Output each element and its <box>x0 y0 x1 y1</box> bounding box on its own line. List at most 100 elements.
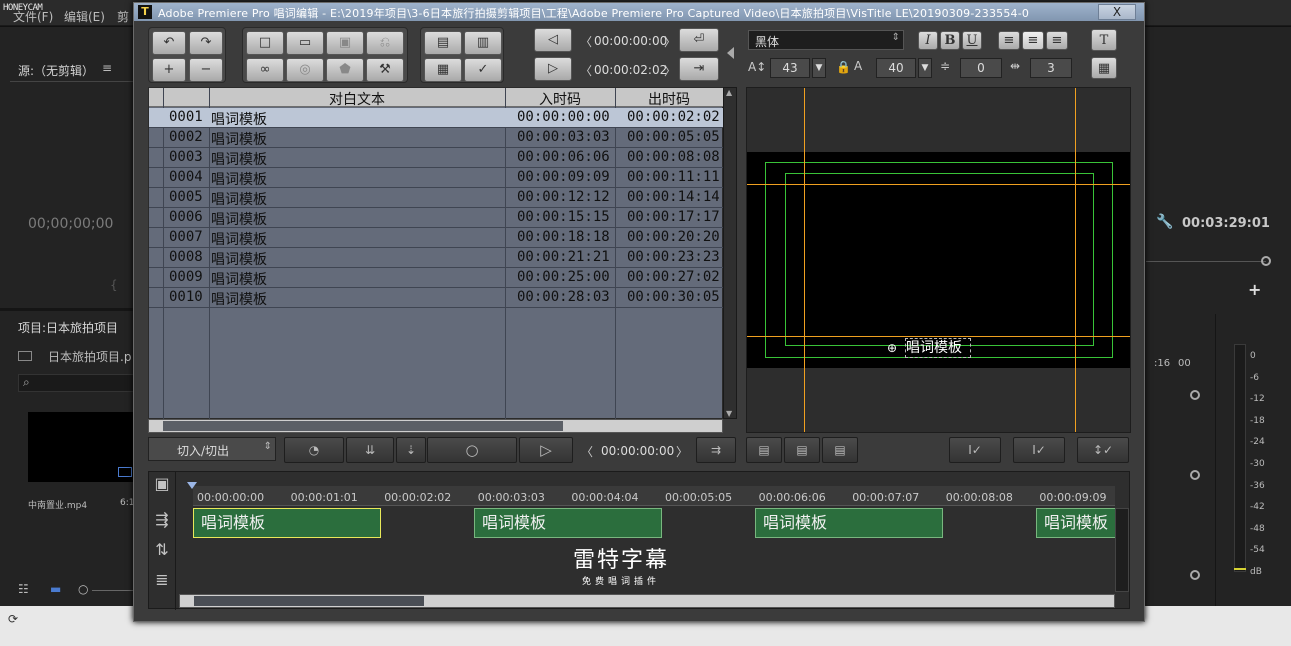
mode-select[interactable]: 切入/切出 ⇕ <box>148 437 276 461</box>
apply-check-icon[interactable]: ✓ <box>464 58 502 82</box>
project-tab[interactable]: 项目:日本旅拍项目 <box>18 319 118 336</box>
row-text[interactable]: 唱词模板 <box>211 269 267 289</box>
text-box-icon[interactable]: ▦ <box>1091 57 1117 79</box>
next-chevron-icon[interactable]: 〉 <box>664 33 676 50</box>
add-button[interactable]: + <box>1248 280 1261 299</box>
template-icon[interactable]: ▤ <box>424 31 462 55</box>
set-in-icon[interactable]: ◁ <box>534 28 572 52</box>
apply-bottom-icon[interactable]: I✓ <box>1013 437 1065 463</box>
anchor-icon[interactable]: ⊕ <box>887 341 897 355</box>
redo-button[interactable]: ↷ <box>189 31 223 55</box>
table-row[interactable]: 0001 唱词模板 00:00:00:00 00:00:02:02 <box>149 108 724 128</box>
table-row[interactable]: 0003 唱词模板 00:00:06:06 00:00:08:08 <box>149 148 724 168</box>
next-chevron-icon[interactable]: 〉 <box>676 443 688 460</box>
row-text[interactable]: 唱词模板 <box>211 169 267 189</box>
close-button[interactable]: X <box>1098 4 1136 20</box>
row-in-timecode[interactable]: 00:00:28:03 <box>517 289 610 305</box>
column-header-out[interactable]: 出时码 <box>615 89 723 109</box>
out-timecode[interactable]: 00:00:02:02 <box>594 63 667 77</box>
timeline-ruler[interactable]: 00:00:00:00 00:00:01:01 00:00:02:02 00:00:0… <box>193 486 1115 506</box>
list-view-icon[interactable]: ☷ <box>18 582 29 596</box>
row-out-timecode[interactable]: 00:00:14:14 <box>627 189 720 205</box>
row-out-timecode[interactable]: 00:00:20:20 <box>627 229 720 245</box>
row-id[interactable]: 0003 <box>169 149 203 165</box>
prev-chevron-icon[interactable]: 〈 <box>580 33 592 50</box>
wrench-icon[interactable]: 🔧 <box>1156 214 1173 230</box>
row-id[interactable]: 0009 <box>169 269 203 285</box>
row-id[interactable]: 0007 <box>169 229 203 245</box>
underline-button[interactable]: U <box>962 31 982 50</box>
row-text[interactable]: 唱词模板 <box>211 149 267 169</box>
row-text[interactable]: 唱词模板 <box>211 209 267 229</box>
menu-clip[interactable]: 剪 <box>117 8 129 25</box>
split-lines-icon[interactable]: ⇊ <box>346 437 394 463</box>
preview-subtitle-text[interactable]: 唱词模板 <box>905 338 971 358</box>
row-out-timecode[interactable]: 00:00:17:17 <box>627 209 720 225</box>
row-out-timecode[interactable]: 00:00:08:08 <box>627 149 720 165</box>
program-timecode[interactable]: 00:03:29:01 <box>1182 216 1270 231</box>
row-text[interactable]: 唱词模板 <box>211 249 267 269</box>
jump-out-icon[interactable]: ⇥ <box>679 57 719 81</box>
guide-line-vertical[interactable] <box>1075 88 1076 432</box>
binoculars-icon[interactable]: ∞ <box>246 58 284 82</box>
table-vertical-scrollbar[interactable]: ▲ ▼ <box>723 87 737 419</box>
fit-view-icon[interactable]: ▣ <box>149 474 175 496</box>
source-tab[interactable]: 源:（无剪辑） <box>18 62 94 79</box>
save-icon[interactable]: ▣ <box>326 31 364 55</box>
table-row[interactable]: 0004 唱词模板 00:00:09:09 00:00:11:11 <box>149 168 724 188</box>
row-in-timecode[interactable]: 00:00:09:09 <box>517 169 610 185</box>
row-id[interactable]: 0004 <box>169 169 203 185</box>
track-align-icon[interactable]: ⇶ <box>149 510 175 532</box>
apply-all-icon[interactable]: ↕✓ <box>1077 437 1129 463</box>
timeline-horizontal-scrollbar[interactable] <box>179 594 1115 608</box>
add-row-button[interactable]: + <box>152 58 186 82</box>
row-out-timecode[interactable]: 00:00:30:05 <box>627 289 720 305</box>
clip-thumbnail[interactable] <box>28 412 135 482</box>
playhead-marker-icon[interactable] <box>187 482 197 489</box>
row-id[interactable]: 0005 <box>169 189 203 205</box>
row-in-timecode[interactable]: 00:00:15:15 <box>517 209 610 225</box>
tracking-input[interactable]: 40 <box>876 58 916 78</box>
row-in-timecode[interactable]: 00:00:03:03 <box>517 129 610 145</box>
table-row[interactable]: 0006 唱词模板 00:00:15:15 00:00:17:17 <box>149 208 724 228</box>
row-out-timecode[interactable]: 00:00:05:05 <box>627 129 720 145</box>
mixer-knob[interactable] <box>1190 390 1200 400</box>
timeline-clip[interactable]: 唱词模板 <box>474 508 662 538</box>
row-in-timecode[interactable]: 00:00:00:00 <box>517 109 610 125</box>
align-center-button[interactable]: ≡ <box>1022 31 1044 50</box>
column-header-in[interactable]: 入时码 <box>505 89 615 109</box>
table-row[interactable]: 0002 唱词模板 00:00:03:03 00:00:05:05 <box>149 128 724 148</box>
table-row[interactable]: 0010 唱词模板 00:00:28:03 00:00:30:05 <box>149 288 724 308</box>
mixer-knob[interactable] <box>1190 570 1200 580</box>
table-row[interactable]: 0005 唱词模板 00:00:12:12 00:00:14:14 <box>149 188 724 208</box>
align-right-button[interactable]: ≡ <box>1046 31 1068 50</box>
tools-icon[interactable]: ⚒ <box>366 58 404 82</box>
kerning-input[interactable]: 3 <box>1030 58 1072 78</box>
merge-lines-icon[interactable]: ⇣ <box>396 437 426 463</box>
row-text[interactable]: 唱词模板 <box>211 289 267 309</box>
row-text[interactable]: 唱词模板 <box>211 189 267 209</box>
row-id[interactable]: 0006 <box>169 209 203 225</box>
source-timecode[interactable]: 00;00;00;00 <box>28 216 113 232</box>
timeline-vertical-scrollbar[interactable] <box>1115 508 1129 592</box>
guide-line-horizontal[interactable] <box>747 184 1130 185</box>
new-file-icon[interactable]: □ <box>246 31 284 55</box>
marker-icon[interactable]: ⬟ <box>326 58 364 82</box>
row-text[interactable]: 唱词模板 <box>211 229 267 249</box>
prev-chevron-icon[interactable]: 〈 <box>580 62 592 79</box>
in-timecode[interactable]: 00:00:00:00 <box>594 34 667 48</box>
play-button[interactable]: ▷ <box>519 437 573 463</box>
row-out-timecode[interactable]: 00:00:11:11 <box>627 169 720 185</box>
timeline-clip[interactable]: 唱词模板 <box>1036 508 1116 538</box>
import-icon[interactable]: ⎌ <box>366 31 404 55</box>
row-id[interactable]: 0002 <box>169 129 203 145</box>
dialog-titlebar[interactable]: T Adobe Premiere Pro 唱词编辑 - E:\2019年项目\3… <box>134 3 1144 21</box>
table-row[interactable]: 0007 唱词模板 00:00:18:18 00:00:20:20 <box>149 228 724 248</box>
row-in-timecode[interactable]: 00:00:21:21 <box>517 249 610 265</box>
row-in-timecode[interactable]: 00:00:12:12 <box>517 189 610 205</box>
place-left-icon[interactable]: ▤ <box>746 437 782 463</box>
guide-line-horizontal[interactable] <box>747 336 1130 337</box>
search-replace-icon[interactable]: ◎ <box>286 58 324 82</box>
guide-line-vertical[interactable] <box>804 88 805 432</box>
lock-icon[interactable]: 🔒 <box>836 60 851 74</box>
